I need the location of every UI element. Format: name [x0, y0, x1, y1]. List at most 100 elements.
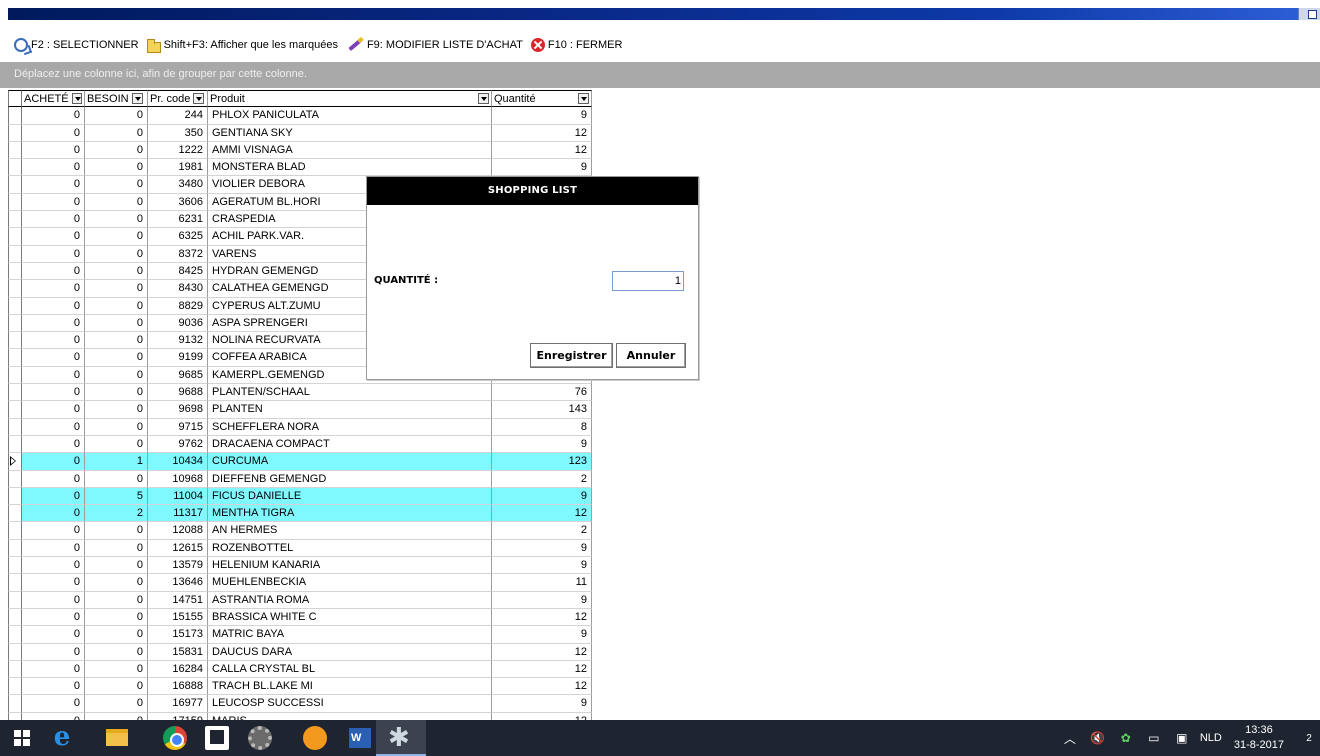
cell-besoin[interactable]: 0 [85, 418, 148, 436]
cell-quantite[interactable]: 11 [492, 574, 592, 592]
table-row[interactable]: 0 0 15155 BRASSICA WHITE C 12 [8, 608, 592, 627]
cell-produit[interactable]: FICUS DANIELLE [208, 487, 492, 506]
battery-icon[interactable]: ▭ [1145, 731, 1163, 745]
cell-code[interactable]: 8430 [148, 280, 208, 298]
table-row[interactable]: 0 5 11004 FICUS DANIELLE 9 [8, 487, 592, 506]
cell-quantite[interactable]: 9 [492, 695, 592, 713]
table-row[interactable]: 0 0 1222 AMMI VISNAGA 12 [8, 141, 592, 160]
windows-start-icon[interactable] [14, 730, 30, 746]
cell-achete[interactable]: 0 [22, 332, 85, 350]
cell-besoin[interactable]: 0 [85, 678, 148, 696]
cell-code[interactable]: 10968 [148, 470, 208, 488]
table-row[interactable]: 0 0 10968 DIEFFENB GEMENGD 2 [8, 470, 592, 488]
column-header-besoin[interactable]: BESOIN [85, 90, 148, 108]
column-header-produit[interactable]: Produit [208, 90, 492, 108]
cell-code[interactable]: 9688 [148, 384, 208, 402]
table-row[interactable]: 0 0 9762 DRACAENA COMPACT 9 [8, 435, 592, 454]
cell-code[interactable]: 6231 [148, 211, 208, 229]
cell-besoin[interactable]: 0 [85, 280, 148, 298]
cell-achete[interactable]: 0 [22, 211, 85, 229]
cell-code[interactable]: 12615 [148, 539, 208, 558]
group-by-panel[interactable]: Déplacez une colonne ici, afin de groupe… [0, 62, 1320, 88]
cell-produit[interactable]: BRASSICA WHITE C [208, 608, 492, 627]
cell-achete[interactable]: 0 [22, 695, 85, 713]
cell-besoin[interactable]: 0 [85, 332, 148, 350]
cell-quantite[interactable]: 8 [492, 418, 592, 436]
table-row[interactable]: 0 0 14751 ASTRANTIA ROMA 9 [8, 591, 592, 609]
cell-code[interactable]: 6325 [148, 228, 208, 246]
cell-achete[interactable]: 0 [22, 574, 85, 592]
cell-code[interactable]: 8829 [148, 297, 208, 315]
cell-achete[interactable]: 0 [22, 366, 85, 385]
table-row[interactable]: 0 0 12615 ROZENBOTTEL 9 [8, 539, 592, 558]
cell-quantite[interactable]: 2 [492, 522, 592, 540]
filter-dropdown-icon[interactable] [478, 93, 489, 105]
cell-achete[interactable]: 0 [22, 505, 85, 523]
cell-achete[interactable]: 0 [22, 314, 85, 333]
cell-code[interactable]: 9132 [148, 332, 208, 350]
cell-achete[interactable]: 0 [22, 349, 85, 367]
cell-quantite[interactable]: 9 [492, 107, 592, 125]
cell-besoin[interactable]: 0 [85, 626, 148, 644]
store-icon[interactable] [205, 726, 229, 750]
cell-code[interactable]: 9698 [148, 401, 208, 419]
cell-besoin[interactable]: 0 [85, 141, 148, 160]
cell-besoin[interactable]: 0 [85, 349, 148, 367]
cell-produit[interactable]: SCHEFFLERA NORA [208, 418, 492, 436]
cell-code[interactable]: 16284 [148, 660, 208, 679]
cell-code[interactable]: 12088 [148, 522, 208, 540]
cell-achete[interactable]: 0 [22, 245, 85, 263]
cell-produit[interactable]: CALLA CRYSTAL BL [208, 660, 492, 679]
cell-code[interactable]: 8372 [148, 245, 208, 263]
cell-produit[interactable]: ROZENBOTTEL [208, 539, 492, 558]
cell-code[interactable]: 16888 [148, 678, 208, 696]
cell-achete[interactable]: 0 [22, 159, 85, 177]
table-row[interactable]: 0 0 244 PHLOX PANICULATA 9 [8, 107, 592, 125]
cell-achete[interactable]: 0 [22, 643, 85, 661]
cell-achete[interactable]: 0 [22, 660, 85, 679]
cell-code[interactable]: 244 [148, 107, 208, 125]
table-row[interactable]: 0 0 9688 PLANTEN/SCHAAL 76 [8, 384, 592, 402]
cell-besoin[interactable]: 1 [85, 453, 148, 471]
cell-achete[interactable]: 0 [22, 401, 85, 419]
cell-code[interactable]: 9715 [148, 418, 208, 436]
cell-produit[interactable]: DAUCUS DARA [208, 643, 492, 661]
column-header-quantite[interactable]: Quantité [492, 90, 592, 108]
cell-besoin[interactable]: 0 [85, 539, 148, 558]
cell-besoin[interactable]: 0 [85, 211, 148, 229]
settings-gear-icon[interactable] [248, 726, 272, 750]
cell-achete[interactable]: 0 [22, 193, 85, 212]
active-app-icon[interactable] [376, 720, 426, 756]
cell-produit[interactable]: GENTIANA SKY [208, 124, 492, 142]
cell-besoin[interactable]: 0 [85, 557, 148, 575]
volume-mute-icon[interactable]: 🔇 [1089, 731, 1107, 745]
table-row[interactable]: 0 0 12088 AN HERMES 2 [8, 522, 592, 540]
cell-produit[interactable]: PHLOX PANICULATA [208, 107, 492, 125]
cell-code[interactable]: 10434 [148, 453, 208, 471]
cell-quantite[interactable]: 9 [492, 539, 592, 558]
filter-dropdown-icon[interactable] [193, 93, 205, 105]
cell-code[interactable]: 350 [148, 124, 208, 142]
cell-besoin[interactable]: 0 [85, 384, 148, 402]
cell-besoin[interactable]: 0 [85, 314, 148, 333]
cell-quantite[interactable]: 9 [492, 626, 592, 644]
word-icon[interactable]: W [349, 728, 371, 748]
cell-code[interactable]: 9036 [148, 314, 208, 333]
cell-besoin[interactable]: 0 [85, 643, 148, 661]
cell-achete[interactable]: 0 [22, 141, 85, 160]
cell-produit[interactable]: MUEHLENBECKIA [208, 574, 492, 592]
cell-code[interactable]: 15155 [148, 608, 208, 627]
cell-besoin[interactable]: 0 [85, 574, 148, 592]
cell-besoin[interactable]: 0 [85, 228, 148, 246]
cell-besoin[interactable]: 0 [85, 193, 148, 212]
cell-quantite[interactable]: 9 [492, 435, 592, 454]
chrome-icon[interactable] [163, 726, 187, 750]
column-header-code[interactable]: Pr. code [148, 90, 208, 108]
cell-quantite[interactable]: 12 [492, 678, 592, 696]
cell-code[interactable]: 15173 [148, 626, 208, 644]
cell-produit[interactable]: ASTRANTIA ROMA [208, 591, 492, 609]
cell-achete[interactable]: 0 [22, 470, 85, 488]
cell-produit[interactable]: DIEFFENB GEMENGD [208, 470, 492, 488]
cell-quantite[interactable]: 9 [492, 487, 592, 506]
file-explorer-icon[interactable] [106, 729, 128, 746]
